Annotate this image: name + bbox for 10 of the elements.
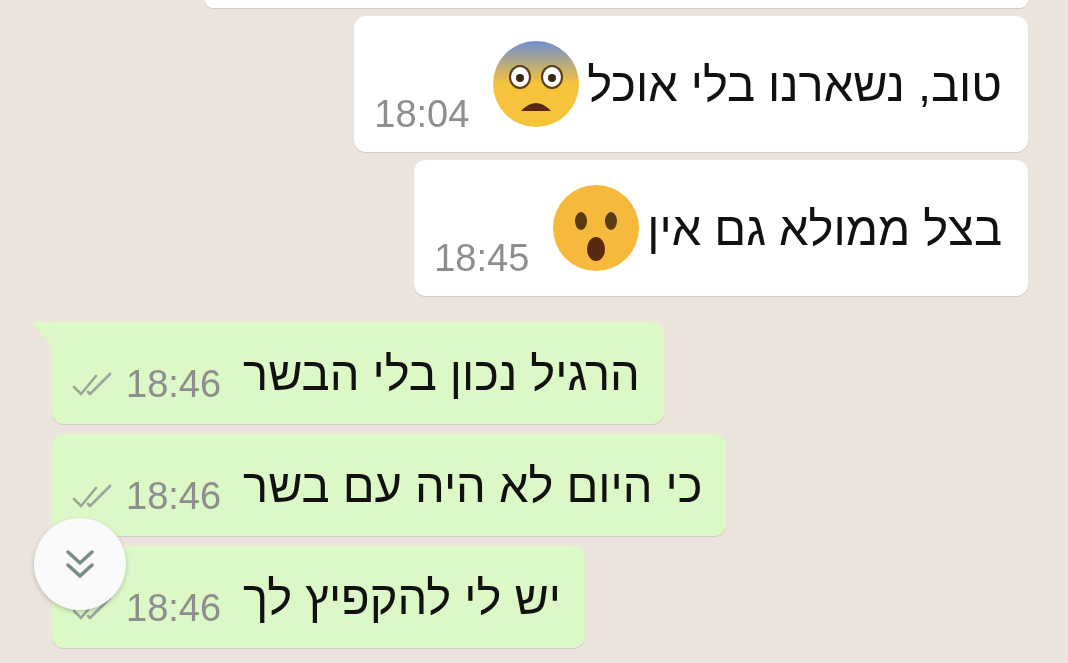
- message-text: בצל ממולא גם אין: [647, 200, 1002, 256]
- message-text: כי היום לא היה עם בשר: [243, 457, 703, 513]
- message-time: 18:46: [126, 475, 222, 518]
- message-time: 18:46: [126, 587, 222, 630]
- message-text: יש לי להקפיץ לך: [243, 569, 561, 625]
- message-time: 18:45: [434, 237, 530, 280]
- message-text: טוב, נשארנו בלי אוכל: [587, 56, 1002, 112]
- message-text: הרגיל נכון בלי הבשר: [243, 345, 640, 401]
- message-time: 18:04: [374, 93, 470, 136]
- message-time: 18:46: [126, 363, 222, 406]
